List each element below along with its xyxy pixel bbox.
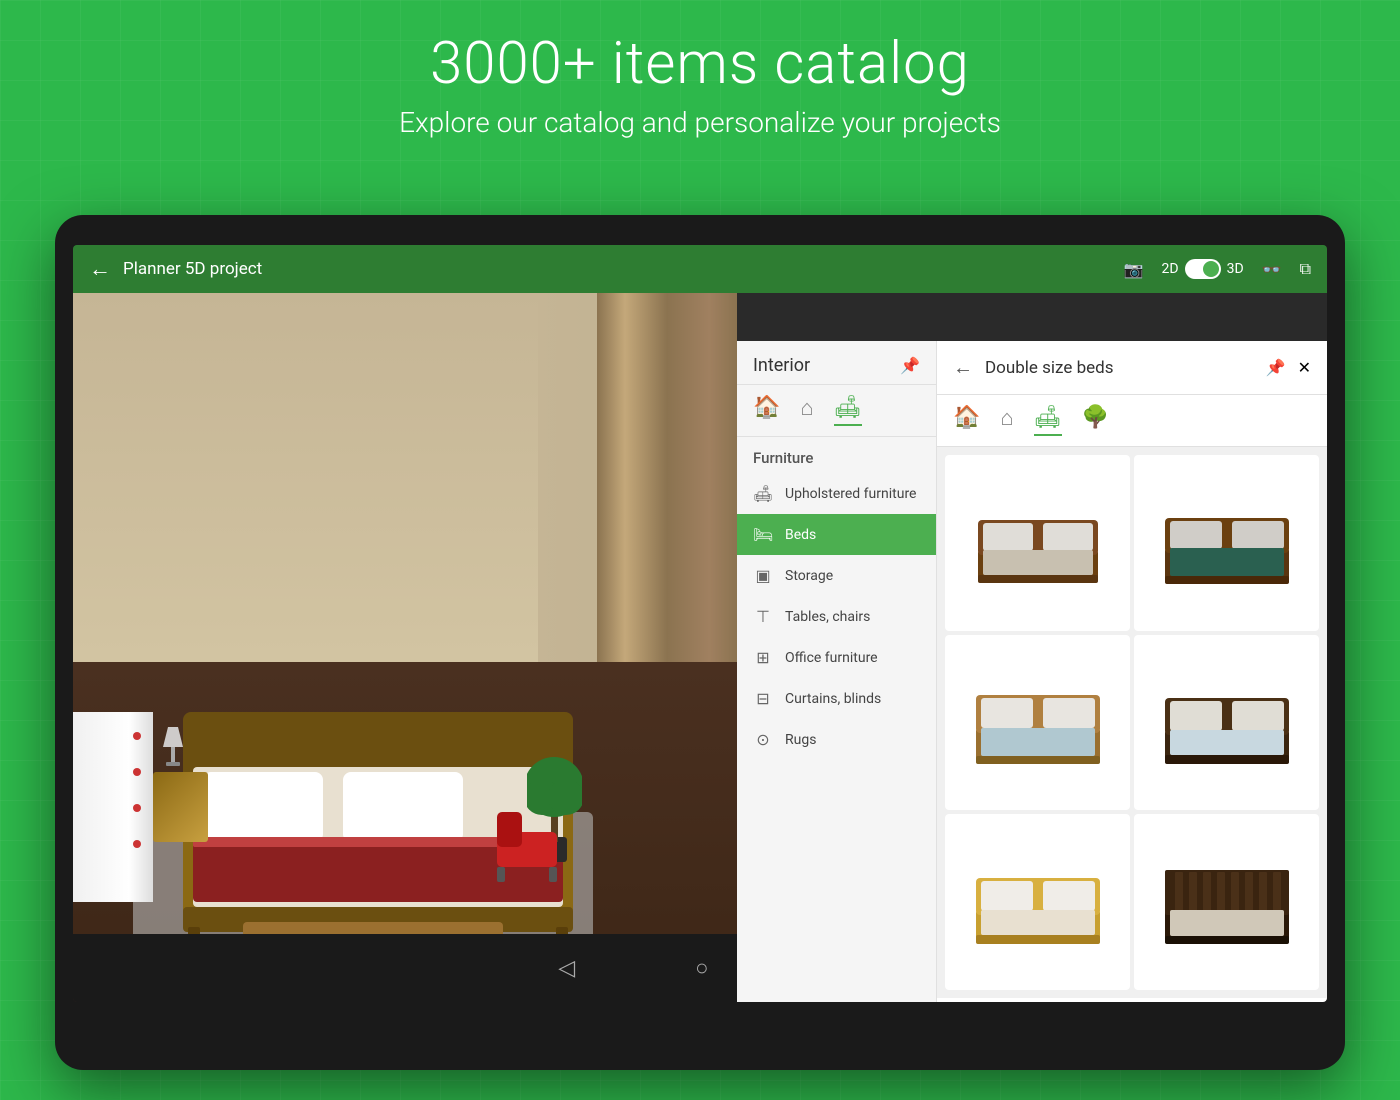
menu-item-curtains[interactable]: ⊟ Curtains, blinds bbox=[737, 678, 936, 719]
nav-back-button[interactable]: ◁ bbox=[558, 956, 575, 981]
beds-grid bbox=[937, 447, 1327, 998]
camera-icon[interactable]: 📷 bbox=[1124, 260, 1144, 279]
upholstered-label: Upholstered furniture bbox=[785, 486, 916, 502]
layers-icon[interactable]: ⧉ bbox=[1300, 259, 1311, 279]
beds-panel-title: Double size beds bbox=[985, 358, 1254, 378]
handle-2 bbox=[133, 768, 141, 776]
beds-tab-outdoor[interactable]: 🌳 bbox=[1082, 405, 1109, 436]
bed-item-1[interactable] bbox=[945, 455, 1130, 631]
office-label: Office furniture bbox=[785, 650, 878, 666]
beds-tab-rooms[interactable]: 🏠 bbox=[953, 405, 980, 436]
view-toggle[interactable]: 2D 3D bbox=[1162, 259, 1244, 279]
tables-label: Tables, chairs bbox=[785, 609, 870, 625]
tablet-screen: ← Planner 5D project 📷 2D 3D 👓 ⧉ bbox=[73, 245, 1327, 1002]
window-curtain bbox=[597, 293, 737, 683]
2d-label: 2D bbox=[1162, 261, 1179, 277]
handle-1 bbox=[133, 732, 141, 740]
scene-area: Interior 📌 🏠 ⌂ 🛋 Furniture 🛋 Upholstered… bbox=[73, 293, 1327, 1002]
rugs-icon: ⊙ bbox=[753, 730, 773, 749]
nightstand-left bbox=[153, 772, 208, 842]
beds-panel-header: ← Double size beds 📌 ✕ bbox=[937, 341, 1327, 395]
menu-item-beds[interactable]: 🛏 Beds bbox=[737, 514, 936, 555]
beds-pin-icon[interactable]: 📌 bbox=[1266, 358, 1286, 377]
curtains-label: Curtains, blinds bbox=[785, 691, 881, 707]
toggle-switch[interactable] bbox=[1185, 259, 1221, 279]
beds-tab-furniture[interactable]: 🛋 bbox=[1034, 405, 1062, 436]
interior-panel-title: Interior bbox=[753, 355, 810, 376]
storage-label: Storage bbox=[785, 568, 833, 584]
menu-item-tables[interactable]: ⊤ Tables, chairs bbox=[737, 596, 936, 637]
bed-item-4[interactable] bbox=[1134, 635, 1319, 811]
tablet-device: ← Planner 5D project 📷 2D 3D 👓 ⧉ bbox=[55, 215, 1345, 1070]
beds-tab-structure[interactable]: ⌂ bbox=[1000, 405, 1013, 436]
3d-label: 3D bbox=[1227, 261, 1244, 277]
vr-icon[interactable]: 👓 bbox=[1262, 260, 1282, 279]
top-bar-icons: 📷 2D 3D 👓 ⧉ bbox=[1124, 259, 1311, 279]
panel-tab-rooms[interactable]: 🏠 bbox=[753, 395, 780, 426]
nav-home-button[interactable]: ○ bbox=[695, 955, 708, 981]
storage-icon: ▣ bbox=[753, 566, 773, 585]
beds-panel: ← Double size beds 📌 ✕ 🏠 ⌂ 🛋 🌳 bbox=[937, 341, 1327, 1002]
interior-panel: Interior 📌 🏠 ⌂ 🛋 Furniture 🛋 Upholstered… bbox=[737, 341, 937, 1002]
toggle-knob bbox=[1203, 261, 1219, 277]
interior-pin-icon[interactable]: 📌 bbox=[900, 356, 920, 375]
bed-item-5[interactable] bbox=[945, 814, 1130, 990]
top-bar: ← Planner 5D project 📷 2D 3D 👓 ⧉ bbox=[73, 245, 1327, 293]
dresser-handles bbox=[133, 732, 141, 848]
beds-close-icon[interactable]: ✕ bbox=[1298, 358, 1311, 377]
beds-icon: 🛏 bbox=[753, 525, 773, 544]
room-chair bbox=[492, 802, 562, 882]
bed-item-3[interactable] bbox=[945, 635, 1130, 811]
nightstand-lamp bbox=[158, 722, 188, 772]
curtains-icon: ⊟ bbox=[753, 689, 773, 708]
handle-3 bbox=[133, 804, 141, 812]
header-area: 3000+ items catalog Explore our catalog … bbox=[0, 30, 1400, 139]
panel-header: Interior 📌 bbox=[737, 341, 936, 385]
bed-item-6[interactable] bbox=[1134, 814, 1319, 990]
back-button[interactable]: ← bbox=[89, 256, 111, 282]
beds-panel-actions: 📌 ✕ bbox=[1266, 358, 1311, 377]
project-title: Planner 5D project bbox=[123, 259, 1124, 279]
menu-item-office[interactable]: ⊞ Office furniture bbox=[737, 637, 936, 678]
handle-4 bbox=[133, 840, 141, 848]
main-subtitle: Explore our catalog and personalize your… bbox=[0, 106, 1400, 139]
furniture-section-label: Furniture bbox=[737, 437, 936, 473]
beds-label: Beds bbox=[785, 527, 816, 543]
bed-item-2[interactable] bbox=[1134, 455, 1319, 631]
upholstered-icon: 🛋 bbox=[753, 484, 773, 503]
panel-tab-structure[interactable]: ⌂ bbox=[800, 395, 813, 426]
panel-tab-furniture[interactable]: 🛋 bbox=[834, 395, 862, 426]
white-dresser bbox=[73, 712, 153, 902]
tables-icon: ⊤ bbox=[753, 607, 773, 626]
office-icon: ⊞ bbox=[753, 648, 773, 667]
menu-item-upholstered[interactable]: 🛋 Upholstered furniture bbox=[737, 473, 936, 514]
beds-back-button[interactable]: ← bbox=[953, 355, 973, 380]
beds-panel-tabs: 🏠 ⌂ 🛋 🌳 bbox=[937, 395, 1327, 447]
interior-panel-tabs: 🏠 ⌂ 🛋 bbox=[737, 385, 936, 437]
menu-item-storage[interactable]: ▣ Storage bbox=[737, 555, 936, 596]
rugs-label: Rugs bbox=[785, 732, 816, 748]
main-title: 3000+ items catalog bbox=[0, 30, 1400, 98]
menu-item-rugs[interactable]: ⊙ Rugs bbox=[737, 719, 936, 760]
room-scene-3d bbox=[73, 293, 737, 1002]
